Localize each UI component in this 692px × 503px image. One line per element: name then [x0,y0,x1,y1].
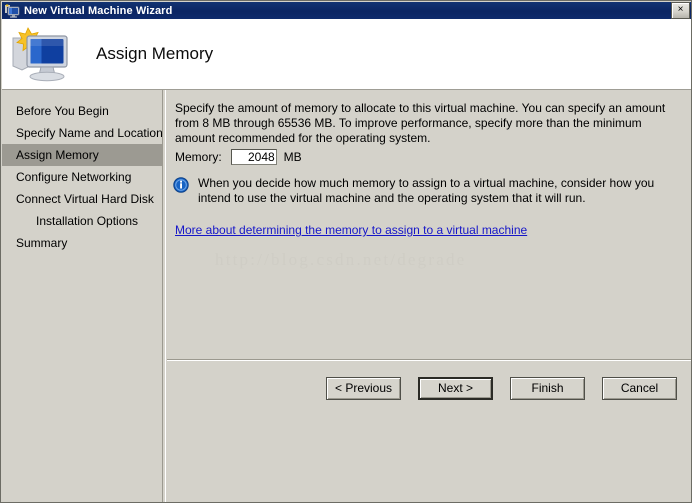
page-title: Assign Memory [96,44,213,64]
content-panel: Specify the amount of memory to allocate… [167,90,692,503]
sidebar-item-assign-memory[interactable]: Assign Memory [2,144,162,166]
wizard-button-bar: < Previous Next > Finish Cancel [167,373,687,403]
info-note-text: When you decide how much memory to assig… [198,176,673,206]
cancel-button[interactable]: Cancel [602,377,677,400]
sidebar-item-specify-name-and-location[interactable]: Specify Name and Location [2,122,162,144]
memory-input[interactable] [231,149,277,165]
memory-unit-label: MB [284,150,302,164]
finish-button[interactable]: Finish [510,377,585,400]
memory-field-row: Memory: MB [175,149,302,165]
watermark-text: http://blog.csdn.net/degrade [215,250,466,270]
wizard-steps-sidebar: Before You BeginSpecify Name and Locatio… [2,90,162,494]
next-button[interactable]: Next > [418,377,493,400]
sidebar-item-summary[interactable]: Summary [2,232,162,254]
sidebar-item-configure-networking[interactable]: Configure Networking [2,166,162,188]
virtual-machine-icon [4,4,20,18]
computer-monitor-starburst-icon [10,24,74,84]
new-virtual-machine-wizard-window: New Virtual Machine Wizard × Ass [0,0,692,503]
memory-label: Memory: [175,150,222,164]
titlebar: New Virtual Machine Wizard × [2,2,692,19]
sidebar-item-before-you-begin[interactable]: Before You Begin [2,100,162,122]
sidebar-content-divider [162,90,166,503]
info-note: When you decide how much memory to assig… [173,176,673,206]
window-title: New Virtual Machine Wizard [24,5,671,17]
sidebar-item-connect-virtual-hard-disk[interactable]: Connect Virtual Hard Disk [2,188,162,210]
close-icon[interactable]: × [671,2,690,19]
description-text: Specify the amount of memory to allocate… [175,101,680,146]
more-about-memory-link[interactable]: More about determining the memory to ass… [175,223,527,237]
wizard-header: Assign Memory [2,19,692,90]
footer-divider [167,359,692,361]
info-icon [173,177,189,193]
previous-button[interactable]: < Previous [326,377,401,400]
sidebar-item-installation-options[interactable]: Installation Options [2,210,162,232]
